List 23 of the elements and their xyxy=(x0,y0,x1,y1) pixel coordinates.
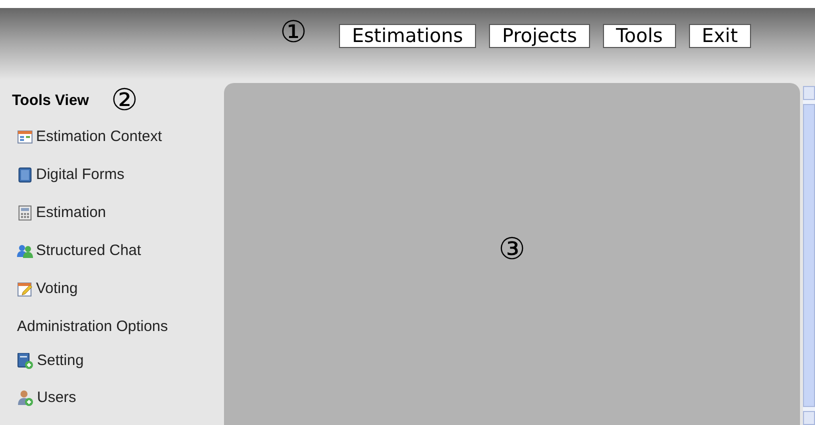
nav-button[interactable]: Projects xyxy=(489,24,590,48)
book-icon xyxy=(17,167,33,183)
admin-link[interactable]: Setting xyxy=(17,342,222,380)
people-icon xyxy=(17,243,33,259)
tool-link[interactable]: Digital Forms xyxy=(17,156,222,194)
section-title: Administration Options xyxy=(16,317,169,337)
nav-button[interactable]: Estimations xyxy=(339,24,476,48)
calculator-icon xyxy=(17,205,33,221)
circled-number: ① xyxy=(280,18,307,48)
nav-button[interactable]: Tools xyxy=(602,24,676,48)
circled-number: ② xyxy=(110,86,138,116)
tool-link[interactable]: Voting xyxy=(17,270,222,308)
admin-link[interactable]: Users xyxy=(17,380,222,416)
tool-link[interactable]: Estimation xyxy=(17,194,222,232)
nav-button[interactable]: Exit xyxy=(688,24,751,48)
user-plus-icon xyxy=(17,390,33,406)
table-icon xyxy=(17,129,33,145)
document-plus-icon xyxy=(17,353,33,369)
sidebar-title: Tools View xyxy=(12,90,89,111)
circled-number: ③ xyxy=(498,235,526,261)
pencil-note-icon xyxy=(17,281,33,297)
tool-link[interactable]: Structured Chat xyxy=(17,232,222,270)
tool-link[interactable]: Estimation Context xyxy=(17,118,222,156)
